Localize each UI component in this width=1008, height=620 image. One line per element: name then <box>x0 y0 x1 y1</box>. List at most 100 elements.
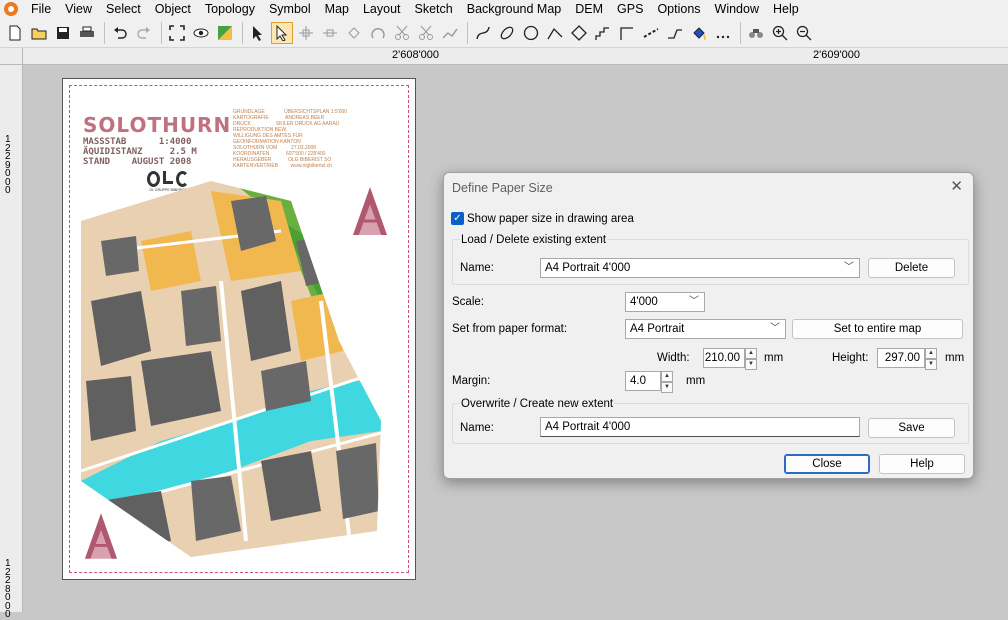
horizontal-ruler: 2'608'000 2'609'000 <box>22 48 1008 65</box>
chevron-down-icon: ﹀ <box>689 296 699 307</box>
chevron-down-icon: ﹀ <box>770 323 780 334</box>
menu-background-map[interactable]: Background Map <box>460 0 569 18</box>
ruler-top-label: 2'609'000 <box>813 49 861 61</box>
path-line-icon[interactable] <box>664 22 686 44</box>
height-input[interactable]: 297.00 <box>877 348 925 368</box>
help-button[interactable]: Help <box>879 454 965 474</box>
select-arrow-icon[interactable] <box>247 22 269 44</box>
define-paper-size-dialog: Define Paper Size ✕ ✓ Show paper size in… <box>443 172 974 479</box>
delete-vertex-icon[interactable] <box>319 22 341 44</box>
menu-file[interactable]: File <box>24 0 58 18</box>
ruler-left-label: 1228000 <box>5 558 11 620</box>
paper-format-value: A4 Portrait <box>630 323 685 335</box>
rotate-icon[interactable] <box>367 22 389 44</box>
save-button[interactable]: Save <box>868 418 955 438</box>
ellipse-icon[interactable] <box>496 22 518 44</box>
smooth-line-icon[interactable] <box>439 22 461 44</box>
menu-sketch[interactable]: Sketch <box>408 0 460 18</box>
set-entire-map-button[interactable]: Set to entire map <box>792 319 963 339</box>
show-paper-checkbox[interactable]: ✓ <box>451 212 464 225</box>
width-unit: mm <box>764 352 784 364</box>
stairs-line-icon[interactable] <box>592 22 614 44</box>
orienteering-map <box>81 181 381 557</box>
ruler-top-label: 2'608'000 <box>392 49 440 61</box>
menu-help[interactable]: Help <box>766 0 806 18</box>
dash-line-icon[interactable] <box>640 22 662 44</box>
menu-window[interactable]: Window <box>708 0 766 18</box>
scissors-icon[interactable] <box>415 22 437 44</box>
height-label: Height: <box>832 352 869 364</box>
load-name-label: Name: <box>460 262 494 274</box>
height-unit: mm <box>945 352 965 364</box>
menu-dem[interactable]: DEM <box>568 0 610 18</box>
width-input[interactable]: 210.00 <box>703 348 745 368</box>
zoom-out-icon[interactable] <box>793 22 815 44</box>
margin-stepper[interactable]: ▲ ▼ <box>661 371 673 393</box>
menu-symbol[interactable]: Symbol <box>262 0 318 18</box>
show-paper-label: Show paper size in drawing area <box>467 213 634 225</box>
map-credits: GRUNDLAGE ÜBERSICHTSPLAN 1:5'000 KARTOGR… <box>233 109 348 169</box>
redo-icon[interactable] <box>133 22 155 44</box>
dialog-title: Define Paper Size <box>452 181 553 195</box>
new-file-icon[interactable] <box>4 22 26 44</box>
close-button[interactable]: Close <box>784 454 870 474</box>
menu-bar: File View Select Object Topology Symbol Map Lay… <box>0 0 1008 18</box>
menu-select[interactable]: Select <box>99 0 148 18</box>
cut-icon[interactable] <box>391 22 413 44</box>
paper-sheet: SOLOTHURN MASSSTAB 1:4000 ÄQUIDISTANZ 2.… <box>62 78 416 580</box>
margin-unit: mm <box>686 375 706 387</box>
load-name-select[interactable]: A4 Portrait 4'000 ﹀ <box>540 258 860 278</box>
search-binoculars-icon[interactable] <box>745 22 767 44</box>
move-vertex-icon[interactable] <box>343 22 365 44</box>
height-stepper[interactable]: ▲ ▼ <box>925 348 937 370</box>
print-icon[interactable] <box>76 22 98 44</box>
width-label: Width: <box>657 352 690 364</box>
delete-button[interactable]: Delete <box>868 258 955 278</box>
width-stepper[interactable]: ▲ ▼ <box>745 348 757 370</box>
save-name-label: Name: <box>460 422 494 434</box>
map-title: SOLOTHURN <box>83 113 232 137</box>
paper-format-select[interactable]: A4 Portrait ﹀ <box>625 319 786 339</box>
menu-map[interactable]: Map <box>318 0 356 18</box>
circle-icon[interactable] <box>520 22 542 44</box>
scale-value: 4'000 <box>630 296 658 308</box>
margin-label: Margin: <box>452 375 491 387</box>
polyline-icon[interactable] <box>544 22 566 44</box>
app-logo-icon[interactable] <box>4 2 18 16</box>
curve-tool-icon[interactable] <box>472 22 494 44</box>
zoom-in-icon[interactable] <box>769 22 791 44</box>
menu-options[interactable]: Options <box>650 0 707 18</box>
edit-point-icon[interactable] <box>271 21 293 44</box>
more-tools-icon[interactable] <box>712 22 734 44</box>
map-info: MASSSTAB 1:4000 ÄQUIDISTANZ 2.5 M STAND … <box>83 137 197 167</box>
undo-icon[interactable] <box>109 22 131 44</box>
menu-topology[interactable]: Topology <box>198 0 262 18</box>
preview-eye-icon[interactable] <box>190 22 212 44</box>
rectangle-icon[interactable] <box>568 22 590 44</box>
add-vertex-icon[interactable] <box>295 22 317 44</box>
dialog-close-icon[interactable]: ✕ <box>950 179 963 195</box>
fit-view-icon[interactable] <box>166 22 188 44</box>
menu-layout[interactable]: Layout <box>356 0 408 18</box>
chevron-down-icon: ﹀ <box>844 262 854 273</box>
ruler-left-label: 1229000 <box>5 134 11 196</box>
menu-view[interactable]: View <box>58 0 99 18</box>
overwrite-group-label: Overwrite / Create new extent <box>460 397 615 411</box>
save-name-input[interactable]: A4 Portrait 4'000 <box>540 417 860 437</box>
menu-gps[interactable]: GPS <box>610 0 650 18</box>
scale-label: Scale: <box>452 296 484 308</box>
open-folder-icon[interactable] <box>28 22 50 44</box>
corner-line-icon[interactable] <box>616 22 638 44</box>
margin-input[interactable]: 4.0 <box>625 371 661 391</box>
save-icon[interactable] <box>52 22 74 44</box>
menu-object[interactable]: Object <box>148 0 198 18</box>
ruler-corner <box>0 48 23 65</box>
load-group-label: Load / Delete existing extent <box>460 233 608 247</box>
vertical-ruler: 1229000 1228000 <box>0 48 23 619</box>
paper-format-label: Set from paper format: <box>452 323 568 335</box>
color-mode-icon[interactable] <box>214 22 236 44</box>
toolbar <box>0 18 1008 48</box>
scale-select[interactable]: 4'000 ﹀ <box>625 292 705 312</box>
load-name-value: A4 Portrait 4'000 <box>545 262 631 274</box>
fill-bucket-icon[interactable] <box>688 22 710 44</box>
